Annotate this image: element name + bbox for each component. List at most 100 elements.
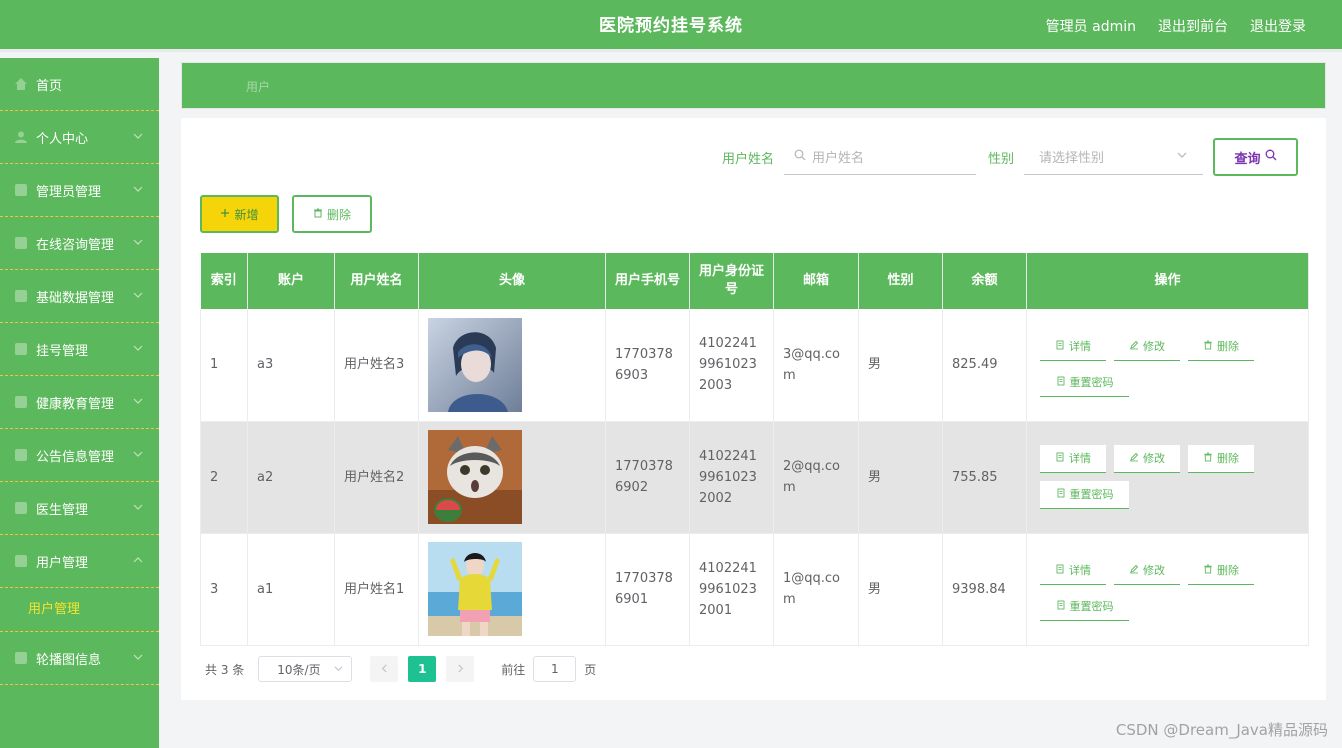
detail-button[interactable]: 详情 — [1040, 557, 1106, 585]
chevron-down-icon — [133, 395, 143, 405]
chevron-down-icon — [133, 501, 143, 511]
query-button[interactable]: 查询 — [1213, 138, 1298, 176]
sidebar-item-user[interactable]: 个人中心 — [0, 111, 159, 164]
anime-boy-avatar — [428, 317, 522, 412]
cell-index: 2 — [200, 421, 248, 534]
sidebar-item-label: 管理员管理 — [36, 184, 102, 200]
trash-icon — [313, 207, 323, 221]
data-icon — [14, 289, 28, 303]
cell-index: 1 — [200, 309, 248, 422]
detail-button[interactable]: 详情 — [1040, 333, 1106, 361]
cell-balance: 9398.84 — [942, 533, 1027, 646]
pagination-total: 共 3 条 — [205, 662, 245, 677]
breadcrumb-current[interactable]: 用户 — [246, 78, 270, 95]
edit-button[interactable]: 修改 — [1114, 557, 1180, 585]
goto-prefix: 前往 — [501, 662, 526, 677]
batch-delete-button[interactable]: 删除 — [292, 195, 372, 233]
sidebar-item-notice[interactable]: 公告信息管理 — [0, 429, 159, 482]
cell-operations: 详情 修改 删除重置密码 — [1026, 421, 1309, 534]
cell-id-card: 410224199610232002 — [689, 421, 774, 534]
trash-icon — [1203, 448, 1213, 469]
name-search-label: 用户姓名 — [721, 151, 774, 167]
sidebar-item-users[interactable]: 用户管理 — [0, 535, 159, 588]
sidebar-item-chat[interactable]: 在线咨询管理 — [0, 217, 159, 270]
column-header: 性别 — [858, 253, 943, 309]
column-header: 余额 — [942, 253, 1027, 309]
page-size-select[interactable]: 10条/页 — [258, 656, 353, 682]
row-actions: 详情 修改 删除重置密码 — [1036, 557, 1266, 621]
user-icon — [14, 130, 28, 144]
cell-operations: 详情 修改 删除重置密码 — [1026, 533, 1309, 646]
chevron-right-icon — [456, 662, 465, 676]
notice-icon — [14, 448, 28, 462]
sidebar-item-doctor[interactable]: 医生管理 — [0, 482, 159, 535]
breadcrumb: 用户 — [181, 62, 1326, 109]
cell-operations: 详情 修改 删除重置密码 — [1026, 309, 1309, 422]
delete-button[interactable]: 删除 — [1188, 445, 1254, 473]
delete-button[interactable]: 删除 — [1188, 557, 1254, 585]
reset-password-button[interactable]: 重置密码 — [1040, 593, 1129, 621]
sidebar-item-label: 公告信息管理 — [36, 449, 115, 465]
sidebar-item-admin[interactable]: 管理员管理 — [0, 164, 159, 217]
add-button[interactable]: 新增 — [200, 195, 279, 233]
sidebar-item-label: 在线咨询管理 — [36, 237, 115, 253]
reset-password-button-label: 重置密码 — [1069, 488, 1114, 501]
next-page-button[interactable] — [446, 656, 475, 682]
search-bar: 用户姓名 用户姓名 性别 请选择性别 查询 — [722, 138, 1298, 176]
table-row: 1 a3 用户姓名3 17703786903 410224199610232003 3@q… — [200, 309, 1309, 422]
gender-select[interactable]: 请选择性别 — [1024, 139, 1203, 175]
chevron-down-icon — [1177, 149, 1187, 164]
document-icon — [1055, 336, 1065, 357]
page-number-current[interactable]: 1 — [408, 656, 437, 682]
name-search-input[interactable]: 用户姓名 — [783, 139, 976, 175]
detail-button-label: 详情 — [1069, 339, 1091, 353]
top-header: 医院预约挂号系统 管理员 admin 退出到前台 退出登录 — [0, 0, 1342, 52]
edit-button-label: 修改 — [1143, 564, 1165, 577]
sidebar-item-register[interactable]: 挂号管理 — [0, 323, 159, 376]
sidebar-item-home[interactable]: 首页 — [0, 58, 159, 111]
cell-gender: 男 — [858, 421, 943, 534]
submenu-item-user-management[interactable]: 用户管理 — [0, 588, 159, 632]
chevron-left-icon — [380, 662, 389, 676]
watermark: CSDN @Dream_Java精品源码 — [1115, 721, 1328, 739]
book-icon — [14, 395, 28, 409]
gender-select-placeholder: 请选择性别 — [1039, 151, 1105, 166]
column-header: 操作 — [1026, 253, 1309, 309]
cell-id-card: 410224199610232001 — [689, 533, 774, 646]
logout-link[interactable]: 退出登录 — [1250, 16, 1306, 36]
pagination: 共 3 条 10条/页 1 前往 1 页 — [205, 656, 596, 682]
exit-to-front-link[interactable]: 退出到前台 — [1158, 16, 1228, 36]
edit-button[interactable]: 修改 — [1114, 333, 1180, 361]
edit-icon — [1129, 560, 1139, 581]
column-header: 头像 — [418, 253, 606, 309]
sidebar-item-label: 个人中心 — [36, 131, 89, 147]
sidebar-item-carousel[interactable]: 轮播图信息 — [0, 632, 159, 685]
sidebar-item-book[interactable]: 健康教育管理 — [0, 376, 159, 429]
reset-password-button[interactable]: 重置密码 — [1040, 369, 1129, 397]
document-icon — [1056, 372, 1066, 393]
chevron-down-icon — [133, 130, 143, 140]
column-header: 邮箱 — [773, 253, 859, 309]
cell-avatar — [418, 421, 606, 534]
row-actions: 详情 修改 删除重置密码 — [1036, 445, 1266, 509]
cell-account: a3 — [247, 309, 335, 422]
goto-page-input[interactable]: 1 — [533, 656, 577, 682]
cell-balance: 825.49 — [942, 309, 1027, 422]
chevron-down-icon — [133, 342, 143, 352]
reset-password-button-label: 重置密码 — [1069, 600, 1114, 613]
column-header: 账户 — [247, 253, 335, 309]
prev-page-button[interactable] — [370, 656, 399, 682]
delete-button[interactable]: 删除 — [1188, 333, 1254, 361]
row-actions: 详情 修改 删除重置密码 — [1036, 333, 1266, 397]
detail-button[interactable]: 详情 — [1040, 445, 1106, 473]
cell-phone: 17703786903 — [605, 309, 690, 422]
sidebar-item-label: 用户管理 — [36, 555, 89, 571]
sidebar-item-label: 基础数据管理 — [36, 290, 115, 306]
search-icon — [1265, 149, 1277, 165]
add-button-label: 新增 — [234, 207, 259, 222]
search-icon — [794, 149, 812, 165]
reset-password-button[interactable]: 重置密码 — [1040, 481, 1129, 509]
chevron-up-icon — [133, 554, 143, 564]
edit-button[interactable]: 修改 — [1114, 445, 1180, 473]
sidebar-item-data[interactable]: 基础数据管理 — [0, 270, 159, 323]
